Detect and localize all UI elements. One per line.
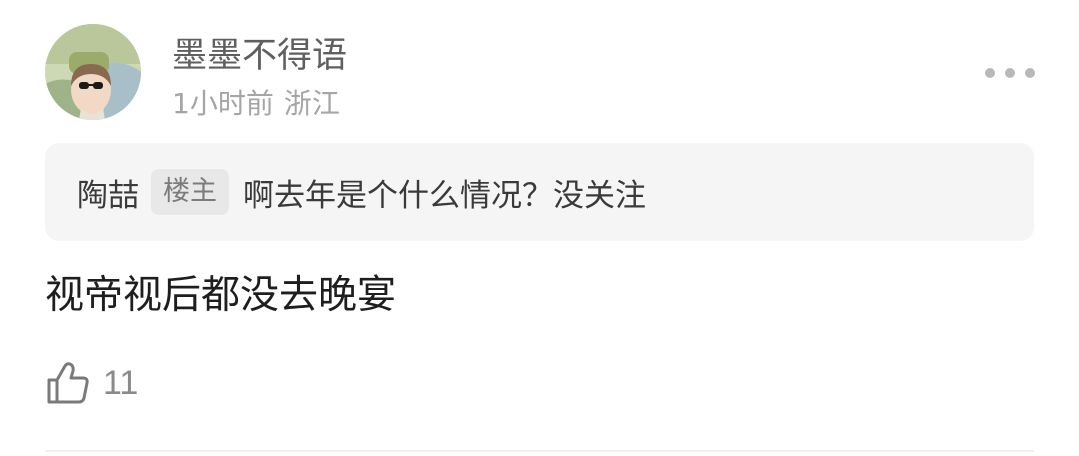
more-horizontal-icon xyxy=(985,68,995,78)
thumbs-up-icon xyxy=(47,362,89,404)
comment-content: 视帝视后都没去晚宴 xyxy=(45,273,397,318)
more-horizontal-icon xyxy=(1025,68,1035,78)
avatar-image xyxy=(45,24,141,120)
like-count: 11 xyxy=(103,363,139,402)
more-horizontal-icon xyxy=(1005,68,1015,78)
quoted-reply[interactable]: 陶喆 楼主 啊去年是个什么情况？没关注 xyxy=(45,143,1034,241)
divider xyxy=(45,450,1034,452)
post-location: 浙江 xyxy=(283,87,340,120)
quoted-text: 啊去年是个什么情况？没关注 xyxy=(243,177,646,214)
username[interactable]: 墨墨不得语 xyxy=(172,34,347,78)
like-button[interactable]: 11 xyxy=(45,360,138,406)
comment-meta: 1小时前 浙江 xyxy=(172,84,340,124)
avatar[interactable] xyxy=(45,24,141,120)
quoted-author[interactable]: 陶喆 xyxy=(77,170,139,215)
op-badge: 楼主 xyxy=(151,169,229,215)
post-time: 1小时前 xyxy=(172,87,274,120)
more-options-button[interactable] xyxy=(985,62,1035,84)
